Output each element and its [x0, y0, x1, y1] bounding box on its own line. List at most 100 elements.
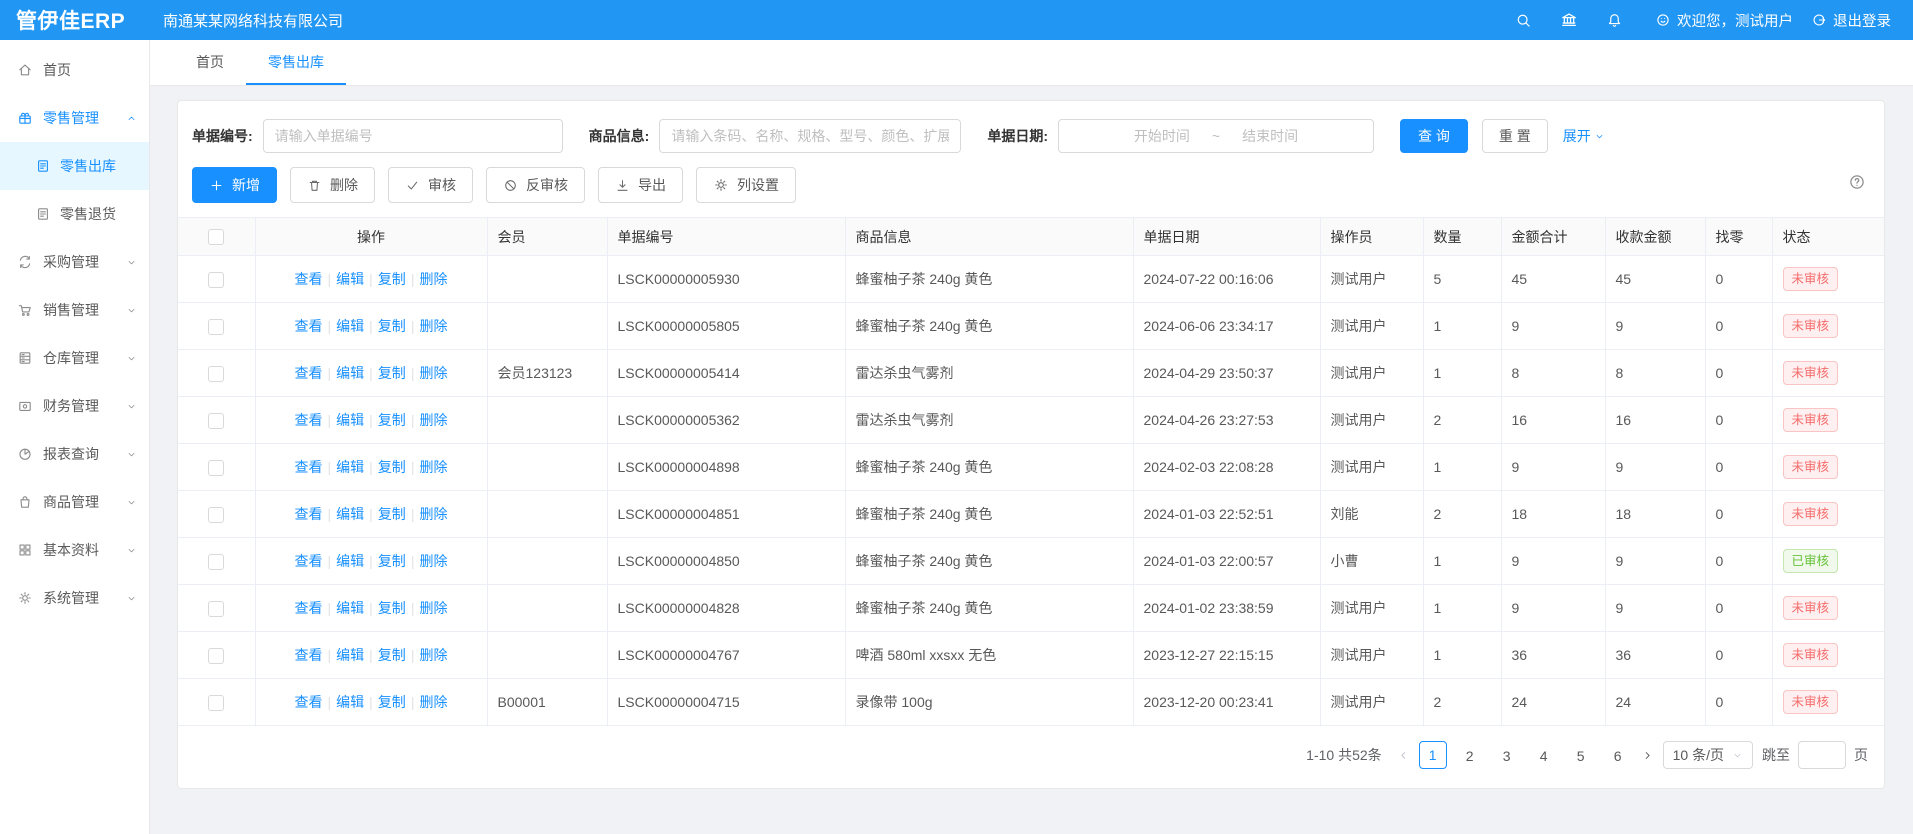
- view-link[interactable]: 查看: [295, 459, 323, 475]
- table-row: 查看|编辑|复制|删除LSCK00000005805蜂蜜柚子茶 240g 黄色2…: [178, 303, 1885, 350]
- copy-link[interactable]: 复制: [378, 506, 406, 522]
- date-range-picker[interactable]: 开始时间 ~ 结束时间: [1058, 119, 1374, 153]
- row-checkbox[interactable]: [208, 648, 224, 664]
- help-icon[interactable]: [1848, 173, 1866, 191]
- copy-link[interactable]: 复制: [378, 459, 406, 475]
- page-size-select[interactable]: 10 条/页: [1663, 741, 1753, 769]
- bill-no-input[interactable]: [263, 119, 563, 153]
- search-icon[interactable]: [1501, 12, 1546, 29]
- row-checkbox[interactable]: [208, 413, 224, 429]
- sidebar-item-purchase-mgmt[interactable]: 采购管理: [0, 238, 149, 286]
- delete-link[interactable]: 删除: [419, 600, 447, 616]
- logout-button[interactable]: 退出登录: [1811, 10, 1891, 31]
- view-link[interactable]: 查看: [295, 647, 323, 663]
- sidebar-item-report-query[interactable]: 报表查询: [0, 430, 149, 478]
- page-number-6[interactable]: 6: [1604, 741, 1632, 769]
- row-checkbox[interactable]: [208, 601, 224, 617]
- view-link[interactable]: 查看: [295, 271, 323, 287]
- platform-icon[interactable]: [1546, 11, 1592, 29]
- delete-link[interactable]: 删除: [419, 318, 447, 334]
- edit-link[interactable]: 编辑: [336, 271, 364, 287]
- sidebar-item-retail-return[interactable]: 零售退货: [0, 190, 149, 238]
- copy-link[interactable]: 复制: [378, 365, 406, 381]
- edit-link[interactable]: 编辑: [336, 506, 364, 522]
- reset-button[interactable]: 重 置: [1482, 119, 1548, 153]
- delete-link[interactable]: 删除: [419, 553, 447, 569]
- row-checkbox[interactable]: [208, 507, 224, 523]
- view-link[interactable]: 查看: [295, 318, 323, 334]
- cell-select: [178, 350, 255, 397]
- view-link[interactable]: 查看: [295, 600, 323, 616]
- view-link[interactable]: 查看: [295, 506, 323, 522]
- sidebar-item-retail-outbound[interactable]: 零售出库: [0, 142, 149, 190]
- goods-input[interactable]: [659, 119, 961, 153]
- page-number-1[interactable]: 1: [1419, 741, 1447, 769]
- bell-icon[interactable]: [1592, 12, 1637, 29]
- copy-link[interactable]: 复制: [378, 553, 406, 569]
- prev-page-icon[interactable]: [1397, 749, 1410, 762]
- page-number-4[interactable]: 4: [1530, 741, 1558, 769]
- column-settings-button[interactable]: 列设置: [696, 167, 796, 203]
- view-link[interactable]: 查看: [295, 365, 323, 381]
- page-number-3[interactable]: 3: [1493, 741, 1521, 769]
- user-menu[interactable]: 欢迎您，测试用户: [1655, 10, 1793, 31]
- delete-link[interactable]: 删除: [419, 459, 447, 475]
- sidebar-item-home[interactable]: 首页: [0, 46, 149, 94]
- jump-input[interactable]: [1798, 741, 1846, 769]
- copy-link[interactable]: 复制: [378, 694, 406, 710]
- copy-link[interactable]: 复制: [378, 318, 406, 334]
- sidebar-item-system-mgmt[interactable]: 系统管理: [0, 574, 149, 622]
- search-button[interactable]: 查 询: [1400, 119, 1468, 153]
- edit-link[interactable]: 编辑: [336, 318, 364, 334]
- sidebar-item-goods-mgmt[interactable]: 商品管理: [0, 478, 149, 526]
- chevron-down-icon: [126, 545, 137, 556]
- view-link[interactable]: 查看: [295, 694, 323, 710]
- copy-link[interactable]: 复制: [378, 271, 406, 287]
- sidebar-item-sales-mgmt[interactable]: 销售管理: [0, 286, 149, 334]
- select-all-checkbox[interactable]: [208, 229, 224, 245]
- row-checkbox[interactable]: [208, 319, 224, 335]
- copy-link[interactable]: 复制: [378, 600, 406, 616]
- audit-button[interactable]: 审核: [388, 167, 473, 203]
- edit-link[interactable]: 编辑: [336, 600, 364, 616]
- edit-link[interactable]: 编辑: [336, 553, 364, 569]
- delete-button[interactable]: 删除: [290, 167, 375, 203]
- sidebar-item-warehouse-mgmt[interactable]: 仓库管理: [0, 334, 149, 382]
- edit-link[interactable]: 编辑: [336, 365, 364, 381]
- edit-link[interactable]: 编辑: [336, 694, 364, 710]
- sidebar-item-retail-mgmt[interactable]: 零售管理: [0, 94, 149, 142]
- copy-link[interactable]: 复制: [378, 647, 406, 663]
- row-checkbox[interactable]: [208, 272, 224, 288]
- delete-link[interactable]: 删除: [419, 694, 447, 710]
- edit-link[interactable]: 编辑: [336, 647, 364, 663]
- copy-link[interactable]: 复制: [378, 412, 406, 428]
- page-number-2[interactable]: 2: [1456, 741, 1484, 769]
- cell-select: [178, 397, 255, 444]
- status-badge: 未审核: [1783, 455, 1839, 479]
- export-button[interactable]: 导出: [598, 167, 683, 203]
- tab-home[interactable]: 首页: [174, 40, 246, 85]
- sidebar-item-basic-data[interactable]: 基本资料: [0, 526, 149, 574]
- row-checkbox[interactable]: [208, 695, 224, 711]
- unaudit-button[interactable]: 反审核: [486, 167, 585, 203]
- delete-link[interactable]: 删除: [419, 365, 447, 381]
- delete-link[interactable]: 删除: [419, 647, 447, 663]
- row-checkbox[interactable]: [208, 460, 224, 476]
- divider: |: [411, 506, 415, 522]
- view-link[interactable]: 查看: [295, 412, 323, 428]
- next-page-icon[interactable]: [1641, 749, 1654, 762]
- expand-link[interactable]: 展开: [1563, 126, 1605, 146]
- edit-link[interactable]: 编辑: [336, 412, 364, 428]
- row-checkbox[interactable]: [208, 366, 224, 382]
- delete-link[interactable]: 删除: [419, 506, 447, 522]
- table-row: 查看|编辑|复制|删除LSCK00000005362雷达杀虫气雾剂2024-04…: [178, 397, 1885, 444]
- delete-link[interactable]: 删除: [419, 271, 447, 287]
- row-checkbox[interactable]: [208, 554, 224, 570]
- page-number-5[interactable]: 5: [1567, 741, 1595, 769]
- edit-link[interactable]: 编辑: [336, 459, 364, 475]
- view-link[interactable]: 查看: [295, 553, 323, 569]
- add-button[interactable]: 新增: [192, 167, 277, 203]
- delete-link[interactable]: 删除: [419, 412, 447, 428]
- sidebar-item-finance-mgmt[interactable]: 财务管理: [0, 382, 149, 430]
- tab-retail-outbound[interactable]: 零售出库: [246, 40, 346, 85]
